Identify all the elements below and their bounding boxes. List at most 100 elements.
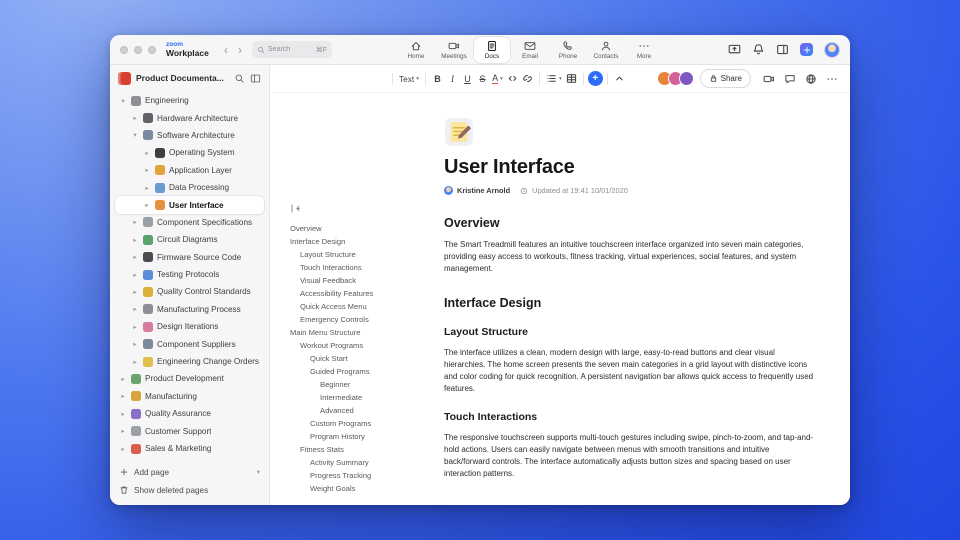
panels-icon[interactable] [776, 43, 789, 56]
sidebar-item[interactable]: ▸ Manufacturing [115, 388, 264, 405]
outline-item[interactable]: Weight Goals [290, 482, 432, 495]
tab-meetings[interactable]: Meetings [436, 37, 472, 63]
tab-home[interactable]: Home [398, 37, 434, 63]
outline-item[interactable]: Guided Programs [290, 365, 432, 378]
outline-item[interactable]: Quick Access Menu [290, 300, 432, 313]
chevron-right-icon[interactable]: ▸ [119, 375, 127, 383]
collapse-outline-icon[interactable] [290, 203, 301, 214]
italic-button[interactable]: I [445, 70, 460, 88]
chevron-right-icon[interactable]: ▸ [119, 445, 127, 453]
sidebar-item[interactable]: ▸ Engineering Change Orders [115, 353, 264, 370]
sidebar-item[interactable]: ▸ Component Suppliers [115, 335, 264, 352]
chevron-right-icon[interactable]: ▸ [131, 114, 139, 122]
tab-more[interactable]: More [626, 37, 662, 63]
text-style-button[interactable]: Text ▾ [397, 70, 421, 88]
sidebar-item[interactable]: ▸ Customer Support [115, 422, 264, 439]
sidebar-item[interactable]: ▸ Circuit Diagrams [115, 231, 264, 248]
outline-item[interactable]: Quick Start [290, 352, 432, 365]
outline-item[interactable]: Touch Interactions [290, 261, 432, 274]
globe-icon[interactable] [805, 73, 817, 85]
redo-button[interactable] [373, 70, 388, 88]
chevron-right-icon[interactable]: ▸ [131, 358, 139, 366]
sidebar-item[interactable]: ▸ Product Development [115, 370, 264, 387]
minimize-button[interactable] [134, 45, 142, 54]
share-screen-icon[interactable] [728, 43, 741, 56]
outline-item[interactable]: Intermediate [290, 391, 432, 404]
sidebar-item[interactable]: ▸ Component Specifications [115, 214, 264, 231]
sidebar-item[interactable]: ▸ Quality Control Standards [115, 283, 264, 300]
outline-item[interactable]: Overview [290, 222, 432, 235]
undo-button[interactable] [358, 70, 373, 88]
outline-item[interactable]: Program History [290, 430, 432, 443]
share-button[interactable]: Share [699, 69, 751, 88]
outline-item[interactable]: Accessibility Features [290, 287, 432, 300]
sidebar-item[interactable]: ▸ Manufacturing Process [115, 301, 264, 318]
insert-button[interactable]: + [587, 71, 603, 86]
tab-docs[interactable]: Docs [474, 36, 510, 63]
sidebar-search-icon[interactable] [234, 73, 245, 84]
chevron-right-icon[interactable]: ▸ [143, 149, 151, 157]
sidebar-item[interactable]: ▸ Sales & Marketing [115, 440, 264, 457]
sidebar-panel-toggle-icon[interactable] [250, 73, 261, 84]
chevron-right-icon[interactable]: ▸ [119, 392, 127, 400]
show-deleted-button[interactable]: Show deleted pages [116, 481, 263, 499]
outline-item[interactable]: Emergency Controls [290, 313, 432, 326]
video-icon[interactable] [763, 73, 775, 85]
chevron-right-icon[interactable]: ▸ [119, 410, 127, 418]
close-button[interactable] [120, 45, 128, 54]
outline-item[interactable]: Fitness Stats [290, 443, 432, 456]
tab-contacts[interactable]: Contacts [588, 37, 624, 63]
sidebar-item[interactable]: ▸ Testing Protocols [115, 266, 264, 283]
maximize-button[interactable] [148, 45, 156, 54]
more-icon[interactable] [826, 73, 838, 85]
sidebar-item[interactable]: ▸ Firmware Source Code [115, 249, 264, 266]
back-button[interactable]: ‹ [224, 44, 228, 56]
tab-email[interactable]: Email [512, 37, 548, 63]
sidebar-item[interactable]: ▾ Engineering [115, 92, 264, 109]
chevron-down-icon[interactable]: ▾ [119, 97, 127, 105]
global-search-input[interactable]: Search ⌘F [252, 41, 332, 58]
chevron-right-icon[interactable]: ▸ [143, 201, 151, 209]
sidebar-item[interactable]: ▸ Quality Assurance [115, 405, 264, 422]
outline-item[interactable]: Main Menu Structure [290, 326, 432, 339]
outline-item[interactable]: Layout Structure [290, 248, 432, 261]
doc-title[interactable]: User Interface [444, 156, 816, 179]
table-button[interactable] [564, 70, 579, 88]
chevron-right-icon[interactable]: ▸ [131, 271, 139, 279]
sidebar-item[interactable]: ▸ Operating System [115, 144, 264, 161]
add-page-button[interactable]: Add page ▾ [116, 463, 263, 481]
forward-button[interactable]: › [238, 44, 242, 56]
chevron-right-icon[interactable]: ▸ [131, 340, 139, 348]
chevron-down-icon[interactable]: ▾ [131, 131, 139, 139]
sidebar-item[interactable]: ▸ Data Processing [115, 179, 264, 196]
list-button[interactable]: ▾ [544, 70, 564, 88]
sidebar-item[interactable]: ▸ Design Iterations [115, 318, 264, 335]
outline-item[interactable]: Activity Summary [290, 456, 432, 469]
sidebar-item[interactable]: ▸ Application Layer [115, 162, 264, 179]
link-button[interactable] [520, 70, 535, 88]
bold-button[interactable]: B [430, 70, 445, 88]
code-button[interactable] [505, 70, 520, 88]
underline-button[interactable]: U [460, 70, 475, 88]
outline-item[interactable]: Workout Programs [290, 339, 432, 352]
chevron-right-icon[interactable]: ▸ [131, 288, 139, 296]
chevron-right-icon[interactable]: ▸ [119, 427, 127, 435]
collapse-toolbar-button[interactable] [612, 70, 627, 88]
sidebar-item[interactable]: ▸ User Interface [115, 196, 264, 214]
chevron-right-icon[interactable]: ▸ [131, 218, 139, 226]
outline-item[interactable]: Interface Design [290, 235, 432, 248]
chevron-right-icon[interactable]: ▸ [143, 184, 151, 192]
outline-item[interactable]: Custom Programs [290, 417, 432, 430]
outline-item[interactable]: Beginner [290, 378, 432, 391]
doc-emoji-icon[interactable] [444, 117, 474, 147]
tab-phone[interactable]: Phone [550, 37, 586, 63]
user-avatar[interactable] [824, 41, 840, 58]
plus-icon[interactable] [800, 43, 813, 56]
collaborator-avatar[interactable] [678, 71, 694, 86]
sidebar-item[interactable]: ▾ Software Architecture [115, 127, 264, 144]
outline-item[interactable]: Advanced [290, 404, 432, 417]
chevron-right-icon[interactable]: ▸ [131, 323, 139, 331]
chevron-down-icon[interactable]: ▾ [257, 468, 260, 476]
chevron-right-icon[interactable]: ▸ [131, 236, 139, 244]
outline-item[interactable]: Progress Tracking [290, 469, 432, 482]
